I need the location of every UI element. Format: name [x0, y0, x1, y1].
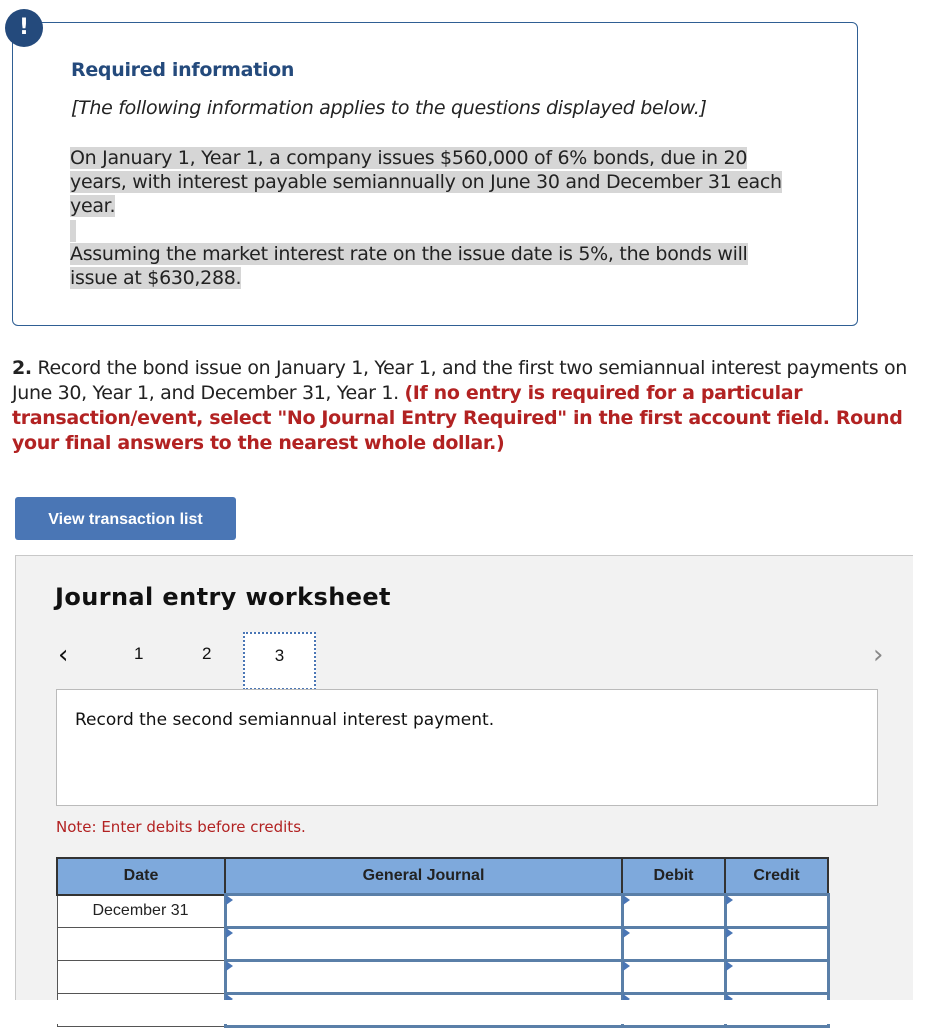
debit-input[interactable] [620, 926, 727, 962]
highlight-gap [70, 220, 76, 242]
debits-note: Note: Enter debits before credits. [56, 818, 306, 836]
date-cell [56, 960, 226, 994]
debit-input[interactable] [620, 893, 727, 929]
bond-details-paragraph: On January 1, Year 1, a company issues $… [70, 146, 790, 218]
market-rate-text: Assuming the market interest rate on the… [70, 243, 748, 289]
required-information-title: Required information [71, 59, 295, 81]
worksheet-tab-1[interactable]: 1 [134, 644, 143, 664]
account-input[interactable] [223, 959, 624, 995]
page-bottom-crop [0, 1000, 940, 1024]
account-input[interactable] [223, 926, 624, 962]
bond-details-text: On January 1, Year 1, a company issues $… [70, 147, 782, 217]
worksheet-instruction-text: Record the second semiannual interest pa… [75, 710, 495, 730]
view-transaction-list-button[interactable]: View transaction list [15, 497, 236, 540]
table-row: December 31 [56, 893, 830, 929]
worksheet-instruction-box [56, 689, 878, 806]
table-row [56, 926, 830, 962]
chevron-left-icon[interactable]: ‹ [58, 640, 68, 670]
header-date: Date [56, 857, 226, 896]
worksheet-tab-3-active[interactable]: 3 [243, 632, 316, 690]
market-rate-paragraph: Assuming the market interest rate on the… [70, 242, 790, 290]
account-input[interactable] [223, 893, 624, 929]
worksheet-tab-2[interactable]: 2 [202, 644, 211, 664]
credit-input[interactable] [723, 959, 830, 995]
worksheet-title: Journal entry worksheet [55, 583, 391, 611]
header-general-journal: General Journal [224, 857, 623, 896]
header-credit: Credit [724, 857, 829, 896]
credit-input[interactable] [723, 893, 830, 929]
credit-input[interactable] [723, 926, 830, 962]
date-cell: December 31 [56, 894, 226, 928]
journal-table-header: Date General Journal Debit Credit [56, 857, 829, 896]
table-row [56, 959, 830, 995]
debit-input[interactable] [620, 959, 727, 995]
header-debit: Debit [621, 857, 726, 896]
date-cell [56, 927, 226, 961]
worksheet-tab-3-label: 3 [274, 646, 285, 665]
question-number: 2. [12, 357, 32, 379]
required-information-subtitle: [The following information applies to th… [71, 97, 707, 119]
alert-icon: ! [5, 9, 43, 47]
chevron-right-icon[interactable]: › [873, 640, 883, 670]
question-prompt: 2. Record the bond issue on January 1, Y… [12, 356, 912, 456]
